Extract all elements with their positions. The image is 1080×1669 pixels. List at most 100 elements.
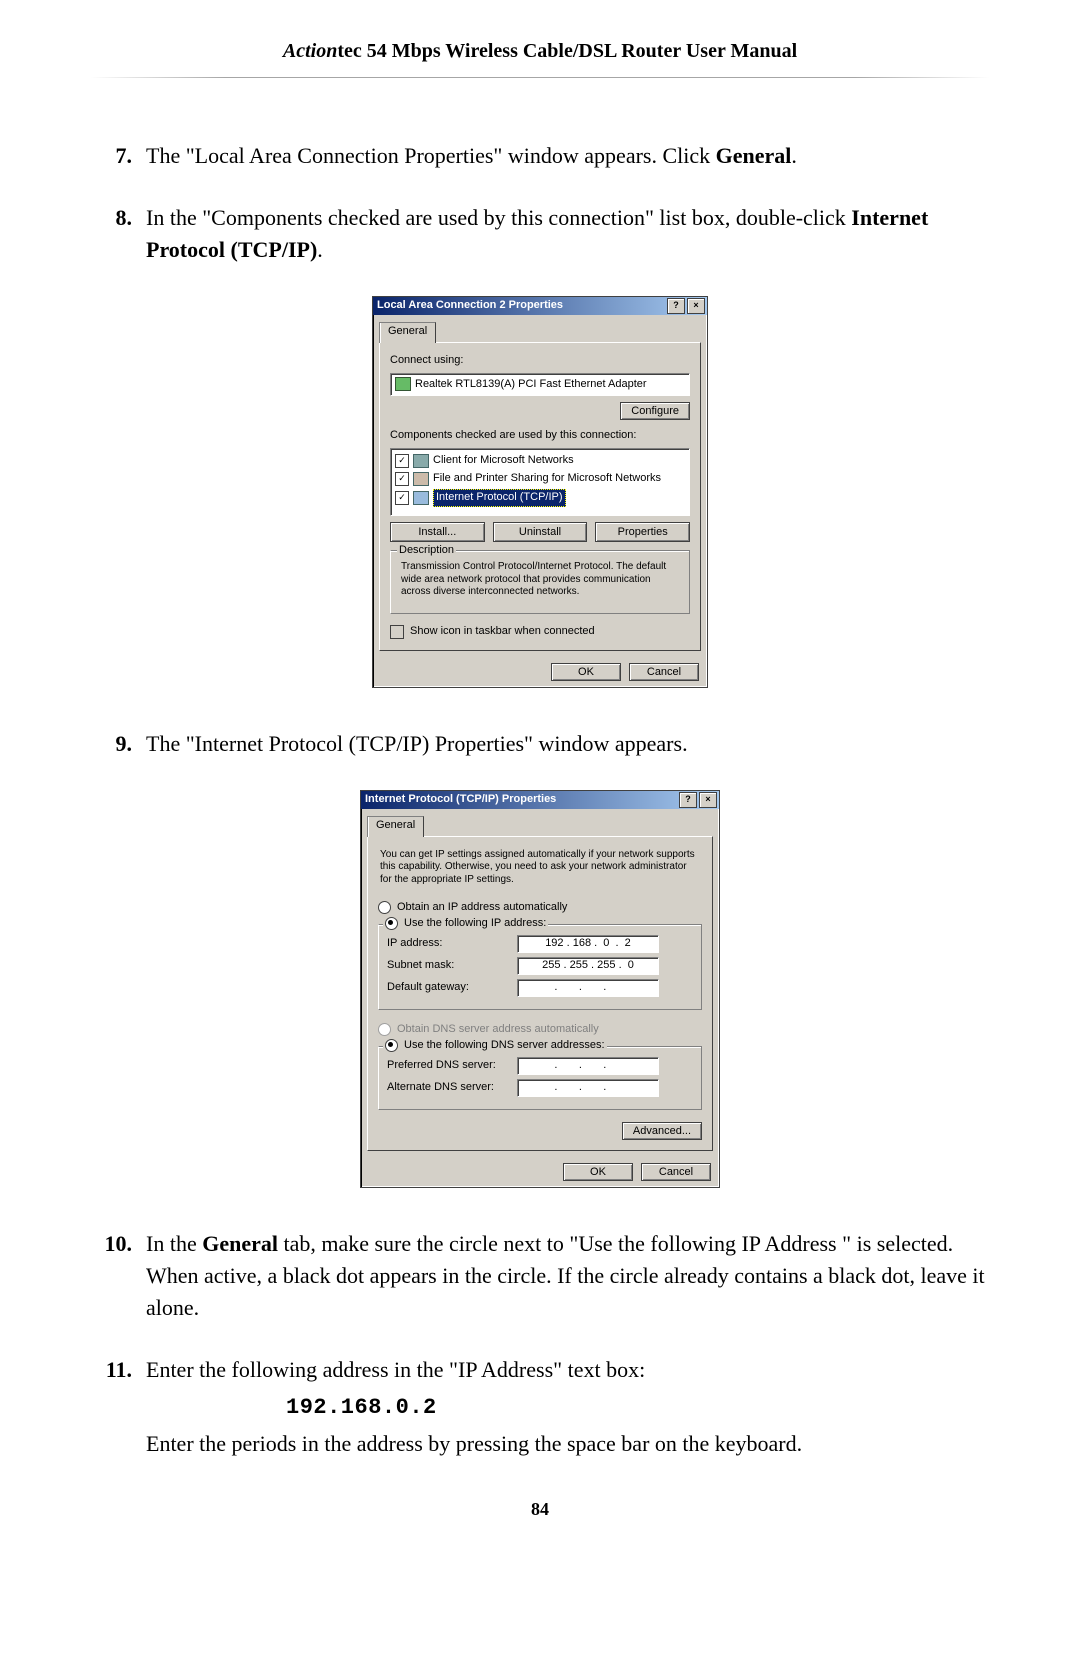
step-number: 10. (90, 1228, 146, 1324)
text: The "Local Area Connection Properties" w… (146, 143, 716, 168)
tab-strip: General (373, 315, 707, 342)
list-item[interactable]: ✓ Internet Protocol (TCP/IP) (395, 488, 685, 508)
show-icon-row: Show icon in taskbar when connected (390, 624, 690, 640)
tcpip-properties-dialog: Internet Protocol (TCP/IP) Properties ? … (360, 790, 720, 1188)
header-rule (90, 77, 990, 78)
figure-lan-properties: Local Area Connection 2 Properties ? × G… (90, 296, 990, 688)
ok-button[interactable]: OK (563, 1163, 633, 1181)
radio-label: Use the following DNS server addresses: (404, 1039, 605, 1051)
step-number: 7. (90, 140, 146, 172)
window-title: Local Area Connection 2 Properties (377, 298, 563, 314)
ip-address-input[interactable]: 192 . 168 . 0 . 2 (517, 935, 659, 953)
advanced-button[interactable]: Advanced... (622, 1122, 702, 1140)
intro-text: You can get IP settings assigned automat… (378, 847, 702, 893)
show-icon-label: Show icon in taskbar when connected (410, 624, 595, 640)
close-icon[interactable]: × (687, 298, 705, 314)
list-item[interactable]: ✓ File and Printer Sharing for Microsoft… (395, 470, 685, 488)
adapter-name: Realtek RTL8139(A) PCI Fast Ethernet Ada… (415, 378, 647, 390)
radio-row-obtain-ip[interactable]: Obtain an IP address automatically (378, 900, 702, 916)
step-7: 7. The "Local Area Connection Properties… (90, 140, 990, 172)
title-bar: Internet Protocol (TCP/IP) Properties ? … (361, 791, 719, 809)
help-icon[interactable]: ? (679, 792, 697, 808)
text: Enter the periods in the address by pres… (146, 1428, 990, 1460)
ip-address-row: IP address: 192 . 168 . 0 . 2 (387, 935, 693, 953)
tab-panel: Connect using: Realtek RTL8139(A) PCI Fa… (379, 342, 701, 651)
page-header: Actiontec 54 Mbps Wireless Cable/DSL Rou… (90, 40, 990, 90)
subnet-row: Subnet mask: 255 . 255 . 255 . 0 (387, 957, 693, 975)
help-icon[interactable]: ? (667, 298, 685, 314)
preferred-dns-input[interactable]: . . . (517, 1057, 659, 1075)
list-item[interactable]: ✓ Client for Microsoft Networks (395, 452, 685, 470)
cancel-button[interactable]: Cancel (629, 663, 699, 681)
connect-using-label: Connect using: (390, 353, 690, 369)
checkbox-icon[interactable] (390, 625, 404, 639)
tab-strip: General (361, 809, 719, 836)
adapter-field: Realtek RTL8139(A) PCI Fast Ethernet Ada… (390, 373, 690, 397)
tab-panel: You can get IP settings assigned automat… (367, 836, 713, 1151)
item-label: File and Printer Sharing for Microsoft N… (433, 471, 661, 487)
radio-icon[interactable] (385, 1039, 398, 1052)
ip-literal: 192.168.0.2 (286, 1395, 437, 1420)
configure-row: Configure (390, 402, 690, 420)
text: In the "Components checked are used by t… (146, 205, 851, 230)
properties-button[interactable]: Properties (595, 522, 690, 542)
step-body: The "Internet Protocol (TCP/IP) Properti… (146, 728, 990, 760)
gateway-input[interactable]: . . . (517, 979, 659, 997)
step-number: 11. (90, 1354, 146, 1460)
gateway-label: Default gateway: (387, 980, 517, 996)
alternate-dns-label: Alternate DNS server: (387, 1080, 517, 1096)
item-label-selected: Internet Protocol (TCP/IP) (433, 489, 566, 507)
group-title: Description (397, 543, 456, 559)
text: . (791, 143, 797, 168)
component-buttons: Install... Uninstall Properties (390, 522, 690, 542)
checkbox-icon[interactable]: ✓ (395, 491, 409, 505)
checkbox-icon[interactable]: ✓ (395, 472, 409, 486)
uninstall-button[interactable]: Uninstall (493, 522, 588, 542)
step-number: 9. (90, 728, 146, 760)
radio-icon[interactable] (385, 917, 398, 930)
description-group: Description Transmission Control Protoco… (390, 550, 690, 614)
install-button[interactable]: Install... (390, 522, 485, 542)
radio-row-use-ip[interactable]: Use the following IP address: (383, 916, 548, 932)
page-number: 84 (90, 1499, 990, 1520)
step-body: In the "Components checked are used by t… (146, 202, 990, 266)
step-number: 8. (90, 202, 146, 266)
brand-italic: Action (283, 40, 337, 62)
radio-icon[interactable] (378, 901, 391, 914)
alternate-dns-row: Alternate DNS server: . . . (387, 1079, 693, 1097)
checkbox-icon[interactable]: ✓ (395, 454, 409, 468)
window-title: Internet Protocol (TCP/IP) Properties (365, 792, 556, 808)
components-label: Components checked are used by this conn… (390, 428, 690, 444)
bold-text: General (202, 1231, 278, 1256)
radio-row-use-dns[interactable]: Use the following DNS server addresses: (383, 1038, 607, 1054)
bold-text: General (716, 143, 792, 168)
client-icon (413, 454, 429, 468)
tab-general[interactable]: General (379, 322, 436, 343)
ip-address-label: IP address: (387, 936, 517, 952)
text: . (317, 237, 323, 262)
components-listbox[interactable]: ✓ Client for Microsoft Networks ✓ File a… (390, 448, 690, 516)
description-text: Transmission Control Protocol/Internet P… (399, 559, 681, 605)
ok-button[interactable]: OK (551, 663, 621, 681)
advanced-row: Advanced... (378, 1122, 702, 1140)
manual-page: Actiontec 54 Mbps Wireless Cable/DSL Rou… (0, 0, 1080, 1560)
preferred-dns-label: Preferred DNS server: (387, 1058, 517, 1074)
close-icon[interactable]: × (699, 792, 717, 808)
radio-row-obtain-dns: Obtain DNS server address automatically (378, 1022, 702, 1038)
alternate-dns-input[interactable]: . . . (517, 1079, 659, 1097)
dns-group: Use the following DNS server addresses: … (378, 1046, 702, 1110)
subnet-input[interactable]: 255 . 255 . 255 . 0 (517, 957, 659, 975)
ip-group: Use the following IP address: IP address… (378, 924, 702, 1010)
radio-icon (378, 1023, 391, 1036)
step-9: 9. The "Internet Protocol (TCP/IP) Prope… (90, 728, 990, 760)
step-10: 10. In the General tab, make sure the ci… (90, 1228, 990, 1324)
step-11: 11. Enter the following address in the "… (90, 1354, 990, 1460)
step-body: In the General tab, make sure the circle… (146, 1228, 990, 1324)
configure-button[interactable]: Configure (620, 402, 690, 420)
printer-icon (413, 472, 429, 486)
cancel-button[interactable]: Cancel (641, 1163, 711, 1181)
figure-tcpip-properties: Internet Protocol (TCP/IP) Properties ? … (90, 790, 990, 1188)
tab-general[interactable]: General (367, 816, 424, 837)
text: In the (146, 1231, 202, 1256)
ordered-steps: 7. The "Local Area Connection Properties… (90, 140, 990, 1459)
